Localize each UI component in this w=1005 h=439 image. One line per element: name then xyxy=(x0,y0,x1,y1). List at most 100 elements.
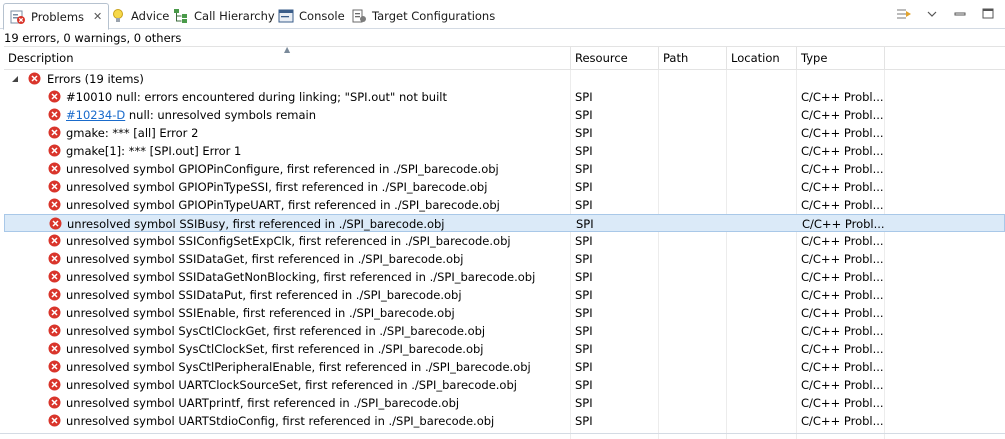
maximize-icon[interactable] xyxy=(979,6,997,22)
error-icon xyxy=(48,90,61,103)
problem-resource: SPI xyxy=(575,288,593,302)
table-row[interactable]: unresolved symbol SysCtlClockGet, first … xyxy=(4,322,1005,340)
table-row[interactable]: unresolved symbol SSIDataGetNonBlocking,… xyxy=(4,268,1005,286)
problems-icon xyxy=(10,9,26,25)
problem-resource: SPI xyxy=(575,180,593,194)
table-row[interactable]: gmake[1]: *** [SPI.out] Error 1 SPI C/C++ … xyxy=(4,142,1005,160)
problem-text: unresolved symbol SysCtlPeripheralEnable… xyxy=(66,360,531,374)
tab-console[interactable]: Console xyxy=(272,3,351,29)
error-icon xyxy=(48,162,61,175)
close-icon[interactable]: ✕ xyxy=(93,10,102,23)
table-row[interactable]: unresolved symbol UARTClockSourceSet, fi… xyxy=(4,376,1005,394)
problem-description: unresolved symbol SSIDataPut, first refe… xyxy=(66,286,566,304)
problem-text: unresolved symbol UARTprintf, first refe… xyxy=(66,396,460,410)
problem-type: C/C++ Probl... xyxy=(801,144,884,158)
problem-resource: SPI xyxy=(575,126,593,140)
problem-text: unresolved symbol UARTClockSourceSet, fi… xyxy=(66,378,517,392)
problem-resource: SPI xyxy=(575,378,593,392)
problem-resource: SPI xyxy=(575,144,593,158)
minimize-icon[interactable] xyxy=(951,6,969,22)
problem-description: gmake: *** [all] Error 2 xyxy=(66,124,566,142)
problem-text: unresolved symbol SSIEnable, first refer… xyxy=(66,306,455,320)
table-row[interactable]: unresolved symbol SSIDataPut, first refe… xyxy=(4,286,1005,304)
problem-description: unresolved symbol SysCtlPeripheralEnable… xyxy=(66,358,566,376)
target-config-icon xyxy=(351,8,367,24)
problem-type: C/C++ Probl... xyxy=(801,378,884,392)
sort-ascending-icon: ▲ xyxy=(284,45,291,54)
table-row[interactable]: unresolved symbol GPIOPinTypeSSI, first … xyxy=(4,178,1005,196)
problem-type: C/C++ Probl... xyxy=(801,198,884,212)
table-row[interactable]: unresolved symbol UARTprintf, first refe… xyxy=(4,394,1005,412)
call-hierarchy-icon xyxy=(173,8,189,24)
problem-text: unresolved symbol GPIOPinTypeSSI, first … xyxy=(66,180,488,194)
problem-type: C/C++ Probl... xyxy=(801,288,884,302)
tab-problems[interactable]: Problems ✕ xyxy=(3,3,110,30)
table-row[interactable]: unresolved symbol SSIBusy, first referen… xyxy=(4,214,1005,232)
error-code-link[interactable]: #10234-D xyxy=(66,108,125,122)
problem-text: null: unresolved symbols remain xyxy=(125,108,317,122)
problem-type: C/C++ Probl... xyxy=(801,306,884,320)
problem-resource: SPI xyxy=(575,324,593,338)
problem-type: C/C++ Probl... xyxy=(801,162,884,176)
problem-text: unresolved symbol SSIBusy, first referen… xyxy=(67,217,445,231)
error-icon xyxy=(48,324,61,337)
table-row[interactable]: unresolved symbol SSIDataGet, first refe… xyxy=(4,250,1005,268)
table-row[interactable]: unresolved symbol SSIConfigSetExpClk, fi… xyxy=(4,232,1005,250)
error-icon xyxy=(48,234,61,247)
problems-summary: 19 errors, 0 warnings, 0 others xyxy=(4,31,182,45)
problem-text: unresolved symbol SysCtlClockGet, first … xyxy=(66,324,486,338)
problem-text: #10010 null: errors encountered during l… xyxy=(66,90,447,104)
problem-description: unresolved symbol SSIBusy, first referen… xyxy=(67,215,567,233)
problem-type: C/C++ Probl... xyxy=(801,270,884,284)
panel-bottom-border xyxy=(0,433,1005,434)
table-row[interactable]: unresolved symbol SysCtlPeripheralEnable… xyxy=(4,358,1005,376)
column-description[interactable]: Description ▲ xyxy=(4,45,571,70)
table-row[interactable]: #10010 null: errors encountered during l… xyxy=(4,88,1005,106)
column-label: Location xyxy=(731,51,780,65)
lightbulb-icon xyxy=(110,8,126,24)
problem-type: C/C++ Probl... xyxy=(801,108,884,122)
tab-label: Console xyxy=(299,9,345,23)
error-icon xyxy=(48,144,61,157)
problem-text: gmake: *** [all] Error 2 xyxy=(66,126,199,140)
table-row[interactable]: unresolved symbol SysCtlClockSet, first … xyxy=(4,340,1005,358)
problem-type: C/C++ Probl... xyxy=(801,414,884,428)
error-icon xyxy=(48,378,61,391)
problem-description: unresolved symbol UARTStdioConfig, first… xyxy=(66,412,566,430)
column-location[interactable]: Location xyxy=(727,47,797,70)
problem-resource: SPI xyxy=(576,217,594,231)
expand-toggle-icon[interactable]: ◢ xyxy=(12,70,18,88)
column-path[interactable]: Path xyxy=(659,47,727,70)
error-icon xyxy=(48,270,61,283)
tab-advice[interactable]: Advice xyxy=(104,3,175,29)
column-label: Path xyxy=(663,51,689,65)
view-menu-icon[interactable] xyxy=(895,6,913,22)
error-icon xyxy=(48,414,61,427)
tab-label: Problems xyxy=(31,9,85,24)
chevron-down-icon[interactable] xyxy=(923,6,941,22)
problem-resource: SPI xyxy=(575,306,593,320)
column-resource[interactable]: Resource xyxy=(571,47,659,70)
problem-description: unresolved symbol GPIOPinTypeSSI, first … xyxy=(66,178,566,196)
table-row[interactable]: unresolved symbol UARTStdioConfig, first… xyxy=(4,412,1005,430)
problem-description: unresolved symbol UARTClockSourceSet, fi… xyxy=(66,376,566,394)
table-row[interactable]: gmake: *** [all] Error 2 SPI C/C++ Probl..… xyxy=(4,124,1005,142)
problem-resource: SPI xyxy=(575,234,593,248)
error-icon xyxy=(48,180,61,193)
tab-target-configurations[interactable]: Target Configurations xyxy=(345,3,501,29)
problem-description: unresolved symbol SysCtlClockGet, first … xyxy=(66,322,566,340)
tab-call-hierarchy[interactable]: Call Hierarchy xyxy=(167,3,281,29)
problem-resource: SPI xyxy=(575,108,593,122)
problem-text: gmake[1]: *** [SPI.out] Error 1 xyxy=(66,144,242,158)
table-row[interactable]: #10234-D null: unresolved symbols remain… xyxy=(4,106,1005,124)
table-row[interactable]: unresolved symbol GPIOPinConfigure, firs… xyxy=(4,160,1005,178)
column-type[interactable]: Type xyxy=(797,47,885,70)
problem-text: unresolved symbol SSIConfigSetExpClk, fi… xyxy=(66,234,511,248)
table-row[interactable]: unresolved symbol GPIOPinTypeUART, first… xyxy=(4,196,1005,214)
tree-group-errors[interactable]: ◢ Errors (19 items) xyxy=(4,70,1005,88)
problems-tree: ◢ Errors (19 items) #10010 null: errors … xyxy=(4,70,1005,439)
error-icon xyxy=(48,252,61,265)
problem-type: C/C++ Probl... xyxy=(801,234,884,248)
table-row[interactable]: unresolved symbol SSIEnable, first refer… xyxy=(4,304,1005,322)
column-label: Resource xyxy=(575,51,628,65)
